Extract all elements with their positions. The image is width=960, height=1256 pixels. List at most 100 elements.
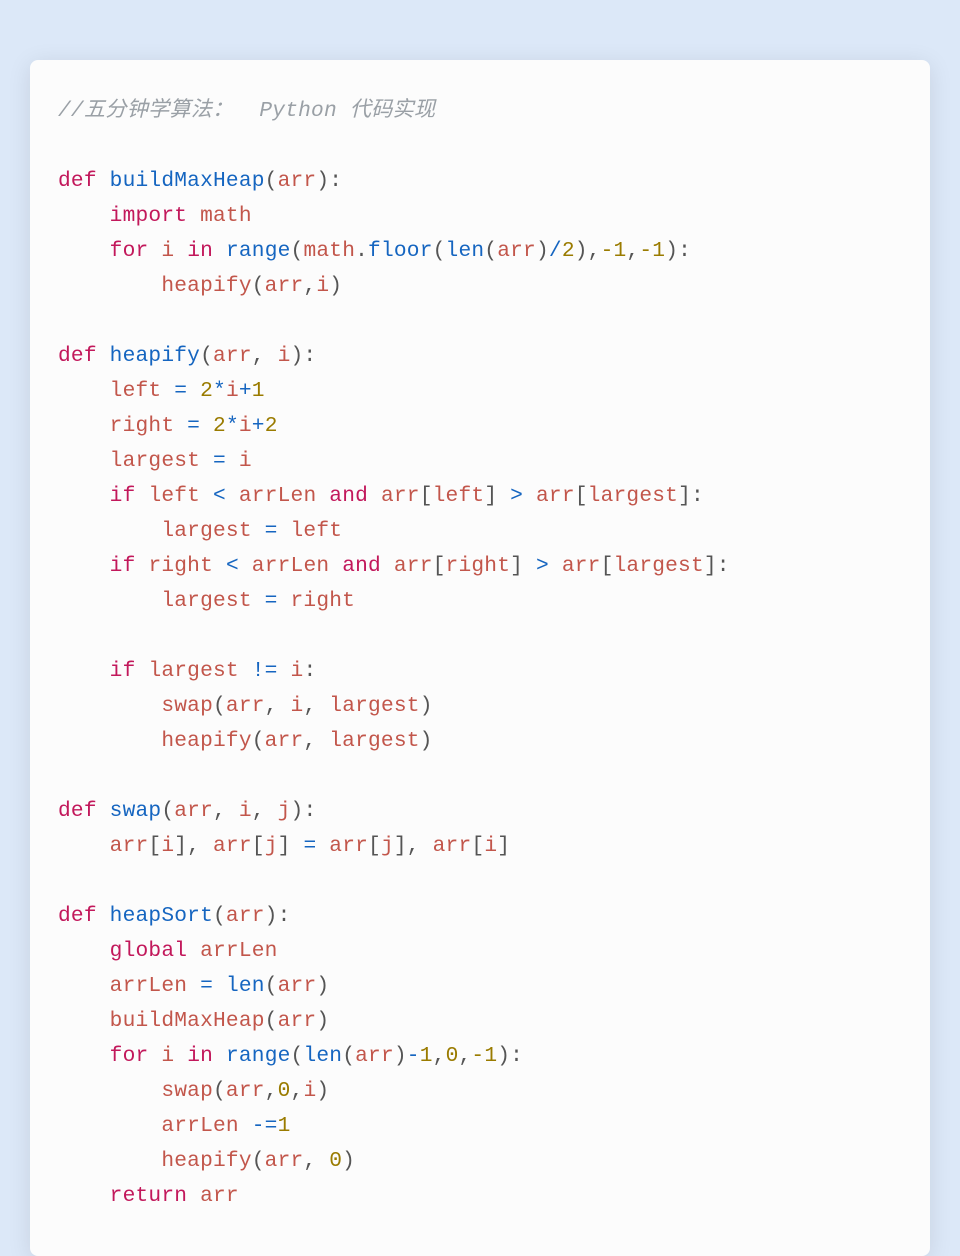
punct: ):: [497, 1044, 523, 1068]
id-arr: arr: [226, 694, 265, 718]
id-largest: largest: [161, 519, 251, 543]
punct: (: [265, 974, 278, 998]
op-neq: !=: [252, 659, 278, 683]
num-1: 1: [278, 1114, 291, 1138]
id-left: left: [148, 484, 200, 508]
op-eq: =: [303, 834, 316, 858]
id-arr: arr: [110, 834, 149, 858]
num-neg1: -1: [601, 239, 627, 263]
punct: ,: [303, 694, 329, 718]
num-2: 2: [265, 414, 278, 438]
id-j: j: [278, 799, 291, 823]
punct: ,: [252, 799, 278, 823]
punct: (: [252, 1149, 265, 1173]
punct: (: [291, 1044, 304, 1068]
punct: ,: [291, 1079, 304, 1103]
punct: ,: [303, 1149, 329, 1173]
id-i: i: [161, 1044, 174, 1068]
punct: ]:: [678, 484, 704, 508]
num-2: 2: [200, 379, 213, 403]
punct: [: [575, 484, 588, 508]
punct: ,: [303, 274, 316, 298]
kw-def: def: [58, 344, 97, 368]
kw-in: in: [187, 1044, 213, 1068]
punct: ):: [265, 904, 291, 928]
id-i: i: [303, 1079, 316, 1103]
id-arr: arr: [562, 554, 601, 578]
punct: [: [252, 834, 265, 858]
punct: ):: [291, 799, 317, 823]
id-largest: largest: [110, 449, 200, 473]
punct: ,: [252, 344, 278, 368]
op-minuseq: -=: [252, 1114, 278, 1138]
punct: (: [342, 1044, 355, 1068]
num-0: 0: [446, 1044, 459, 1068]
id-arr: arr: [226, 1079, 265, 1103]
punct: (: [433, 239, 446, 263]
id-i: i: [316, 274, 329, 298]
id-arr: arr: [265, 274, 304, 298]
id-arr: arr: [265, 729, 304, 753]
num-2: 2: [213, 414, 226, 438]
fn-floor: floor: [368, 239, 433, 263]
id-arrLen: arrLen: [200, 939, 278, 963]
kw-global: global: [110, 939, 188, 963]
punct: ),: [575, 239, 601, 263]
id-arr: arr: [497, 239, 536, 263]
op-plus: +: [239, 379, 252, 403]
punct: ,: [265, 694, 291, 718]
op-minus: -: [407, 1044, 420, 1068]
op-eq: =: [200, 974, 213, 998]
id-heapify: heapify: [161, 274, 251, 298]
kw-def: def: [58, 799, 97, 823]
op-div: /: [549, 239, 562, 263]
id-swap: swap: [161, 1079, 213, 1103]
id-arrLen: arrLen: [161, 1114, 239, 1138]
id-i: i: [226, 379, 239, 403]
id-arr: arr: [226, 904, 265, 928]
punct: ): [316, 1009, 329, 1033]
num-0: 0: [278, 1079, 291, 1103]
fn-len: len: [226, 974, 265, 998]
kw-for: for: [110, 239, 149, 263]
kw-if: if: [110, 554, 136, 578]
kw-and: and: [329, 484, 368, 508]
op-eq: =: [187, 414, 200, 438]
fn-heapSort: heapSort: [110, 904, 213, 928]
fn-swap: swap: [110, 799, 162, 823]
punct: ]: [510, 554, 523, 578]
id-i: i: [239, 799, 252, 823]
fn-range: range: [226, 239, 291, 263]
punct: ): [420, 729, 433, 753]
punct: ],: [174, 834, 213, 858]
punct: [: [471, 834, 484, 858]
id-math: math: [200, 204, 252, 228]
kw-and: and: [342, 554, 381, 578]
id-i: i: [291, 694, 304, 718]
punct: ],: [394, 834, 433, 858]
id-largest: largest: [588, 484, 678, 508]
punct: (: [252, 729, 265, 753]
punct: (: [213, 904, 226, 928]
punct: [: [420, 484, 433, 508]
fn-range: range: [226, 1044, 291, 1068]
punct: ]: [484, 484, 497, 508]
fn-buildMaxHeap: buildMaxHeap: [110, 169, 265, 193]
kw-import: import: [110, 204, 188, 228]
num-2: 2: [562, 239, 575, 263]
id-right: right: [148, 554, 213, 578]
punct: ): [316, 974, 329, 998]
kw-if: if: [110, 659, 136, 683]
punct: [: [368, 834, 381, 858]
op-eq: =: [265, 589, 278, 613]
id-left: left: [110, 379, 162, 403]
punct: (: [161, 799, 174, 823]
punct: (: [265, 169, 278, 193]
id-heapify: heapify: [161, 1149, 251, 1173]
fn-heapify: heapify: [110, 344, 200, 368]
id-arr: arr: [536, 484, 575, 508]
punct: ):: [316, 169, 342, 193]
punct: ): [536, 239, 549, 263]
id-arr: arr: [433, 834, 472, 858]
comment-line: //五分钟学算法： Python 代码实现: [58, 99, 435, 123]
